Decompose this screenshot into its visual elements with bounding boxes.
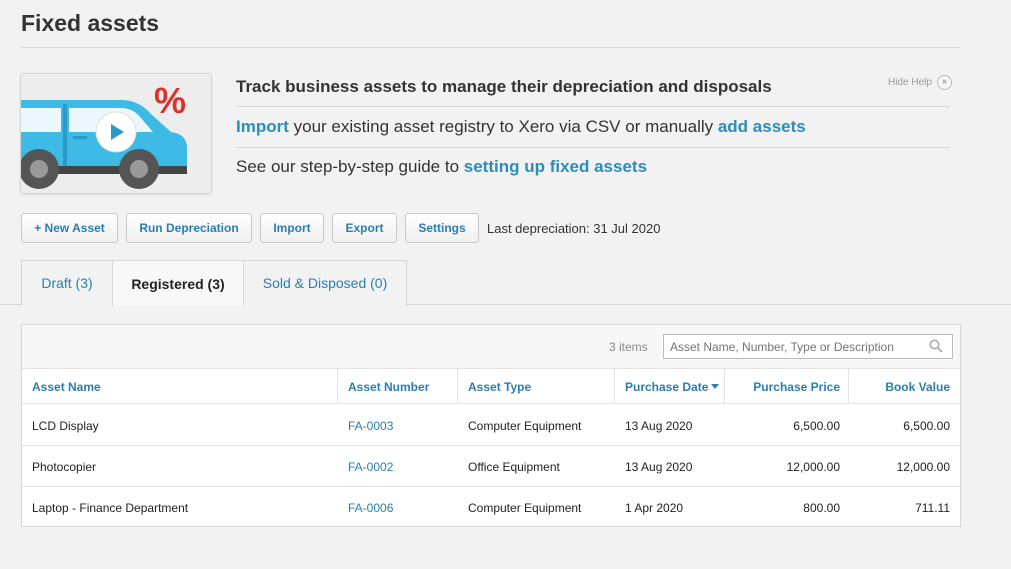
- asset-number-link[interactable]: FA-0002: [348, 446, 393, 487]
- purchase-date-cell: 13 Aug 2020: [625, 418, 693, 433]
- asset-number-link[interactable]: FA-0006: [348, 487, 393, 528]
- last-depreciation-text: Last depreciation: 31 Jul 2020: [487, 221, 661, 236]
- hide-help-button[interactable]: Hide Help ×: [888, 75, 952, 90]
- asset-type-cell: Office Equipment: [468, 459, 560, 474]
- sort-descending-icon: [711, 384, 720, 389]
- items-count: 3 items: [609, 340, 648, 354]
- import-help-link[interactable]: Import: [236, 117, 289, 136]
- help-import-text: your existing asset registry to Xero via…: [288, 117, 718, 136]
- add-assets-link[interactable]: add assets: [718, 117, 806, 136]
- purchase-price-cell: 800.00: [803, 500, 840, 515]
- column-asset-type[interactable]: Asset Type: [468, 369, 531, 404]
- purchase-date-cell: 1 Apr 2020: [625, 500, 684, 515]
- search-icon[interactable]: [929, 339, 943, 353]
- book-value-cell: 12,000.00: [896, 459, 950, 474]
- book-value-cell: 6,500.00: [903, 418, 950, 433]
- purchase-price-cell: 6,500.00: [793, 418, 840, 433]
- table-row[interactable]: Laptop - Finance Department FA-0006 Comp…: [22, 487, 960, 528]
- percent-badge: %: [154, 80, 187, 121]
- table-toolbar: 3 items: [22, 325, 960, 369]
- settings-button[interactable]: Settings: [405, 213, 479, 243]
- hide-help-label: Hide Help: [888, 77, 932, 88]
- column-purchase-price[interactable]: Purchase Price: [724, 369, 840, 404]
- asset-type-cell: Computer Equipment: [468, 418, 582, 433]
- tab-draft[interactable]: Draft (3): [21, 260, 113, 305]
- title-divider: [21, 47, 961, 48]
- column-purchase-date-label: Purchase Date: [625, 379, 709, 394]
- column-divider: [457, 369, 458, 404]
- column-asset-number[interactable]: Asset Number: [348, 369, 429, 404]
- help-video-thumbnail[interactable]: %: [20, 73, 212, 194]
- book-value-cell: 711.11: [915, 500, 950, 515]
- assets-table-panel: 3 items Asset Name Asset Number Asset Ty…: [21, 324, 961, 527]
- column-divider: [337, 369, 338, 404]
- help-guide-text: See our step-by-step guide to: [236, 157, 464, 176]
- help-import-line: Import your existing asset registry to X…: [236, 117, 950, 148]
- asset-name-cell: LCD Display: [32, 418, 99, 433]
- column-asset-name[interactable]: Asset Name: [32, 369, 101, 404]
- tab-registered[interactable]: Registered (3): [112, 260, 244, 306]
- table-header: Asset Name Asset Number Asset Type Purch…: [22, 369, 960, 404]
- purchase-price-cell: 12,000.00: [786, 459, 840, 474]
- table-row[interactable]: LCD Display FA-0003 Computer Equipment 1…: [22, 405, 960, 446]
- run-depreciation-button[interactable]: Run Depreciation: [126, 213, 252, 243]
- new-asset-button[interactable]: + New Asset: [21, 213, 118, 243]
- export-button[interactable]: Export: [332, 213, 397, 243]
- help-guide-line: See our step-by-step guide to setting up…: [236, 157, 950, 177]
- tab-sold-disposed[interactable]: Sold & Disposed (0): [243, 260, 407, 305]
- asset-name-cell: Laptop - Finance Department: [32, 500, 189, 515]
- page-title: Fixed assets: [21, 10, 160, 36]
- column-divider: [614, 369, 615, 404]
- purchase-date-cell: 13 Aug 2020: [625, 459, 693, 474]
- close-icon: ×: [936, 75, 952, 90]
- asset-type-cell: Computer Equipment: [468, 500, 582, 515]
- asset-number-link[interactable]: FA-0003: [348, 405, 393, 446]
- asset-name-cell: Photocopier: [32, 459, 97, 474]
- import-button[interactable]: Import: [260, 213, 324, 243]
- column-purchase-date[interactable]: Purchase Date: [625, 369, 720, 404]
- setup-guide-link[interactable]: setting up fixed assets: [464, 157, 647, 176]
- table-body: LCD Display FA-0003 Computer Equipment 1…: [22, 405, 960, 527]
- help-heading: Track business assets to manage their de…: [236, 77, 950, 107]
- asset-search-input[interactable]: [663, 334, 953, 359]
- table-row[interactable]: Photocopier FA-0002 Office Equipment 13 …: [22, 446, 960, 487]
- column-book-value[interactable]: Book Value: [848, 369, 950, 404]
